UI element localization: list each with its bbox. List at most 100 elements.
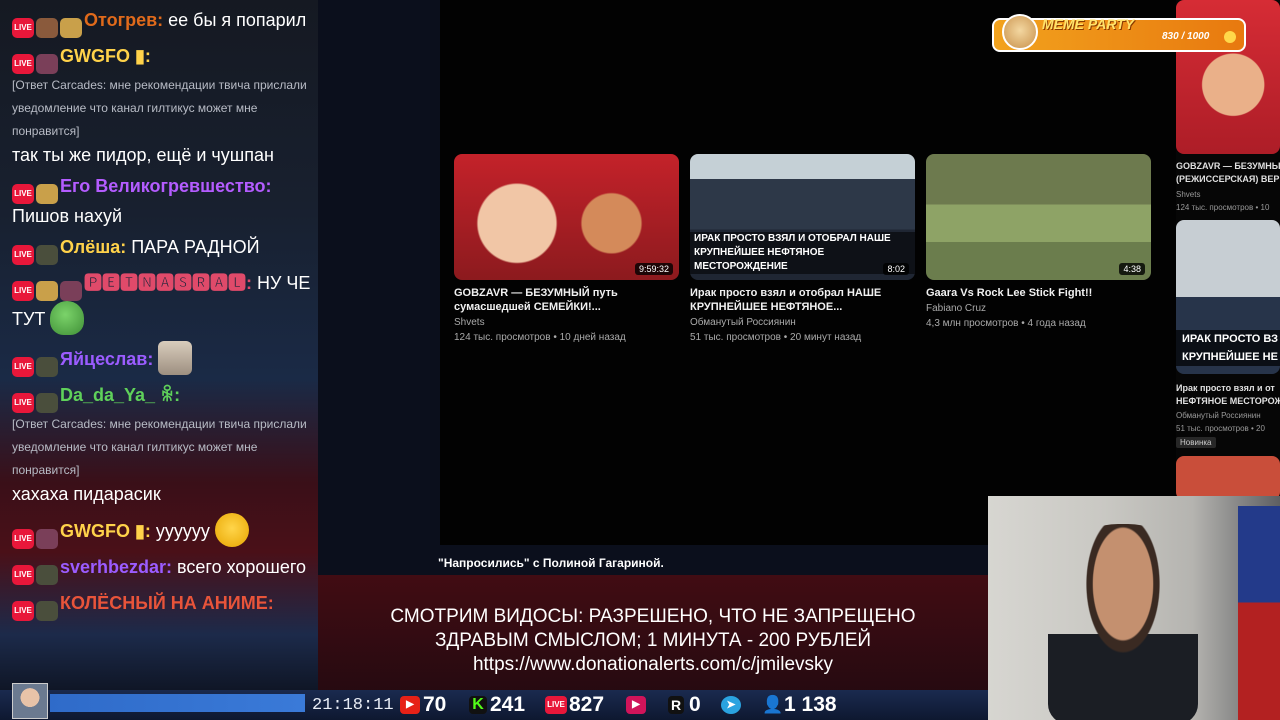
live-badge-icon: LIVE bbox=[12, 245, 34, 265]
video-title[interactable]: Ирак просто взял и отобрал НАШЕ КРУПНЕЙШ… bbox=[690, 286, 915, 314]
chat-username: Олёша: bbox=[60, 237, 127, 257]
rutube-viewer-count: 0 bbox=[689, 693, 701, 716]
coin-icon bbox=[1224, 31, 1236, 43]
video-card[interactable]: 9:59:32 GOBZAVR — БЕЗУМНЫЙ путь сумасшед… bbox=[454, 154, 679, 344]
recommendation-sidebar: GOBZAVR — БЕЗУМНЫ (РЕЖИССЕРСКАЯ) ВЕР Shv… bbox=[1176, 0, 1280, 500]
chat-message: LIVE 🅿🅴🆃🅽🅰🆂🆁🅰🅻: НУ ЧЕ ТУТ bbox=[12, 271, 312, 335]
video-duration: 9:59:32 bbox=[634, 263, 673, 275]
recommended-title[interactable]: (РЕЖИССЕРСКАЯ) ВЕР bbox=[1176, 173, 1280, 185]
cat-emote-icon bbox=[158, 341, 193, 375]
user-badge-icon bbox=[36, 245, 58, 265]
doge-icon bbox=[1002, 14, 1038, 50]
stream-screen: LIVE Отогрев: ее бы я попарил LIVE GWGFO ▮… bbox=[0, 0, 1280, 720]
chat-text: ПАРА РАДНОЙ bbox=[126, 237, 260, 257]
recommended-thumbnail[interactable] bbox=[1176, 456, 1280, 500]
chat-message: LIVE Отогрев: ее бы я попарил bbox=[12, 8, 312, 38]
video-meta: 124 тыс. просмотров • 10 дней назад bbox=[454, 332, 626, 343]
live-badge-icon: LIVE bbox=[12, 184, 34, 204]
chat-message: LIVE Олёша: ПАРА РАДНОЙ bbox=[12, 235, 312, 265]
badge-group: LIVE bbox=[12, 565, 58, 585]
webcam-feed bbox=[988, 496, 1280, 720]
video-title[interactable]: Gaara Vs Rock Lee Stick Fight!! bbox=[926, 286, 1151, 300]
recommended-meta: 124 тыс. просмотров • 10 bbox=[1176, 203, 1270, 212]
chat-message: LIVE КОЛЁСНЫЙ НА АНИМЕ: bbox=[12, 591, 312, 621]
video-thumbnail[interactable]: 4:38 bbox=[926, 154, 1151, 280]
live-badge-icon: LIVE bbox=[12, 281, 34, 301]
recommended-title[interactable]: НЕФТЯНОЕ МЕСТОРОЖ bbox=[1176, 395, 1280, 407]
chat-username: GWGFO bbox=[60, 521, 130, 541]
badge-group: LIVE bbox=[12, 281, 82, 301]
user-badge-icon bbox=[60, 281, 82, 301]
live-badge-icon: LIVE bbox=[12, 18, 34, 38]
recommended-title[interactable]: Ирак просто взял и от bbox=[1176, 382, 1280, 394]
video-card[interactable]: 4:38 Gaara Vs Rock Lee Stick Fight!! Fab… bbox=[926, 154, 1151, 344]
chat-username: 🅿🅴🆃🅽🅰🆂🆁🅰🅻: bbox=[84, 273, 252, 293]
youtube-page: 9:59:32 GOBZAVR — БЕЗУМНЫЙ путь сумасшед… bbox=[440, 0, 1176, 545]
video-card[interactable]: ИРАК ПРОСТО ВЗЯЛ И ОТОБРАЛ НАШЕ КРУПНЕЙШ… bbox=[690, 154, 915, 344]
duck-emote-icon bbox=[214, 513, 249, 547]
recommended-channel[interactable]: Shvets bbox=[1176, 189, 1200, 200]
chat-panel: LIVE Отогрев: ее бы я попарил LIVE GWGFO ▮… bbox=[0, 0, 318, 690]
streamer-figure bbox=[1048, 524, 1198, 720]
user-badge-icon bbox=[36, 281, 58, 301]
video-channel[interactable]: Обманутый Россиянин bbox=[690, 316, 915, 329]
chat-username: Яйцеслав: bbox=[60, 349, 154, 369]
user-badge-icon bbox=[36, 357, 58, 377]
chat-text: уууууу bbox=[150, 521, 210, 541]
chat-username: sverhbezdar: bbox=[60, 557, 173, 577]
recommended-thumb-caption: ИРАК ПРОСТО ВЗ bbox=[1176, 330, 1280, 348]
video-meta: 4,3 млн просмотров • 4 года назад bbox=[926, 318, 1086, 329]
recommended-title[interactable]: GOBZAVR — БЕЗУМНЫ bbox=[1176, 160, 1280, 172]
chat-text: Пишов нахуй bbox=[12, 206, 123, 226]
pepe-emote-icon bbox=[50, 301, 85, 335]
chat-username: КОЛЁСНЫЙ НА АНИМЕ: bbox=[60, 593, 274, 613]
video-channel[interactable]: Shvets bbox=[454, 316, 679, 329]
recommended-meta: 51 тыс. просмотров • 20 bbox=[1176, 424, 1265, 433]
chat-message: LIVE sverhbezdar: всего хорошего bbox=[12, 555, 312, 585]
user-badge-icon bbox=[36, 184, 58, 204]
chat-message: LIVE Его Великогревшество: Пишов нахуй bbox=[12, 174, 312, 229]
chat-message: LIVE GWGFO ▮: [Ответ Carcades: мне рекоме… bbox=[12, 44, 312, 168]
chat-text: хахаха пидарасик bbox=[12, 484, 161, 504]
live-viewer-count: 827 bbox=[569, 693, 605, 716]
kick-viewer-count: 241 bbox=[490, 693, 526, 716]
live-badge-icon: LIVE bbox=[12, 529, 34, 549]
recommended-thumb-caption: КРУПНЕЙШЕЕ НЕ bbox=[1176, 348, 1280, 366]
chat-username: Отогрев: bbox=[84, 10, 164, 30]
chat-username: Его Великогревшество: bbox=[60, 176, 272, 196]
badge-group: LIVE bbox=[12, 184, 58, 204]
avatar bbox=[12, 683, 48, 719]
video-duration: 4:38 bbox=[1119, 263, 1145, 275]
background-flag bbox=[1238, 506, 1280, 720]
chat-text: ее бы я попарил bbox=[163, 10, 307, 30]
badge-group: LIVE bbox=[12, 54, 58, 74]
user-badge-icon bbox=[36, 18, 58, 38]
new-badge: Новинка bbox=[1176, 437, 1216, 448]
chat-message: LIVE Da_da_Ya_ ꆜ: [Ответ Carcades: мне ре… bbox=[12, 383, 312, 507]
chat-message: LIVE GWGFO ▮: уууууу bbox=[12, 513, 312, 549]
video-thumbnail[interactable]: ИРАК ПРОСТО ВЗЯЛ И ОТОБРАЛ НАШЕ КРУПНЕЙШ… bbox=[690, 154, 915, 280]
video-thumbnail[interactable]: 9:59:32 bbox=[454, 154, 679, 280]
progress-bar bbox=[50, 694, 305, 712]
badge-group: LIVE bbox=[12, 529, 58, 549]
donation-link: https://www.donationalerts.com/c/jmilevs… bbox=[472, 654, 834, 675]
banner-line: СМОТРИМ ВИДОСЫ: РАЗРЕШЕНО, ЧТО НЕ ЗАПРЕЩ… bbox=[390, 606, 916, 627]
badge-group: LIVE bbox=[12, 245, 58, 265]
recommended-channel[interactable]: Обманутый Россиянин bbox=[1176, 410, 1261, 421]
kick-icon: K bbox=[469, 696, 487, 714]
chat-messages: LIVE Отогрев: ее бы я попарил LIVE GWGFO ▮… bbox=[0, 0, 318, 627]
telegram-icon: ➤ bbox=[721, 696, 741, 714]
live-badge-icon: LIVE bbox=[12, 357, 34, 377]
chat-text: так ты же пидор, ещё и чушпан bbox=[12, 145, 274, 165]
vk-video-icon: ▶ bbox=[626, 696, 646, 714]
video-channel[interactable]: Fabiano Cruz bbox=[926, 302, 1151, 315]
user-badge-icon bbox=[36, 393, 58, 413]
video-title[interactable]: GOBZAVR — БЕЗУМНЫЙ путь сумасшедшей СЕМЕ… bbox=[454, 286, 679, 314]
chat-username: Da_da_Ya_ ꆜ: bbox=[60, 385, 181, 405]
meme-party-title: MEME PARTY bbox=[1042, 16, 1135, 32]
banner-line: ЗДРАВЫМ СМЫСЛОМ; 1 МИНУТА - 200 РУБЛЕЙ bbox=[434, 630, 872, 651]
live-badge-icon: LIVE bbox=[12, 565, 34, 585]
video-meta: 51 тыс. просмотров • 20 минут назад bbox=[690, 332, 862, 343]
youtube-icon: ▶ bbox=[400, 696, 420, 714]
badge-group: LIVE bbox=[12, 357, 58, 377]
